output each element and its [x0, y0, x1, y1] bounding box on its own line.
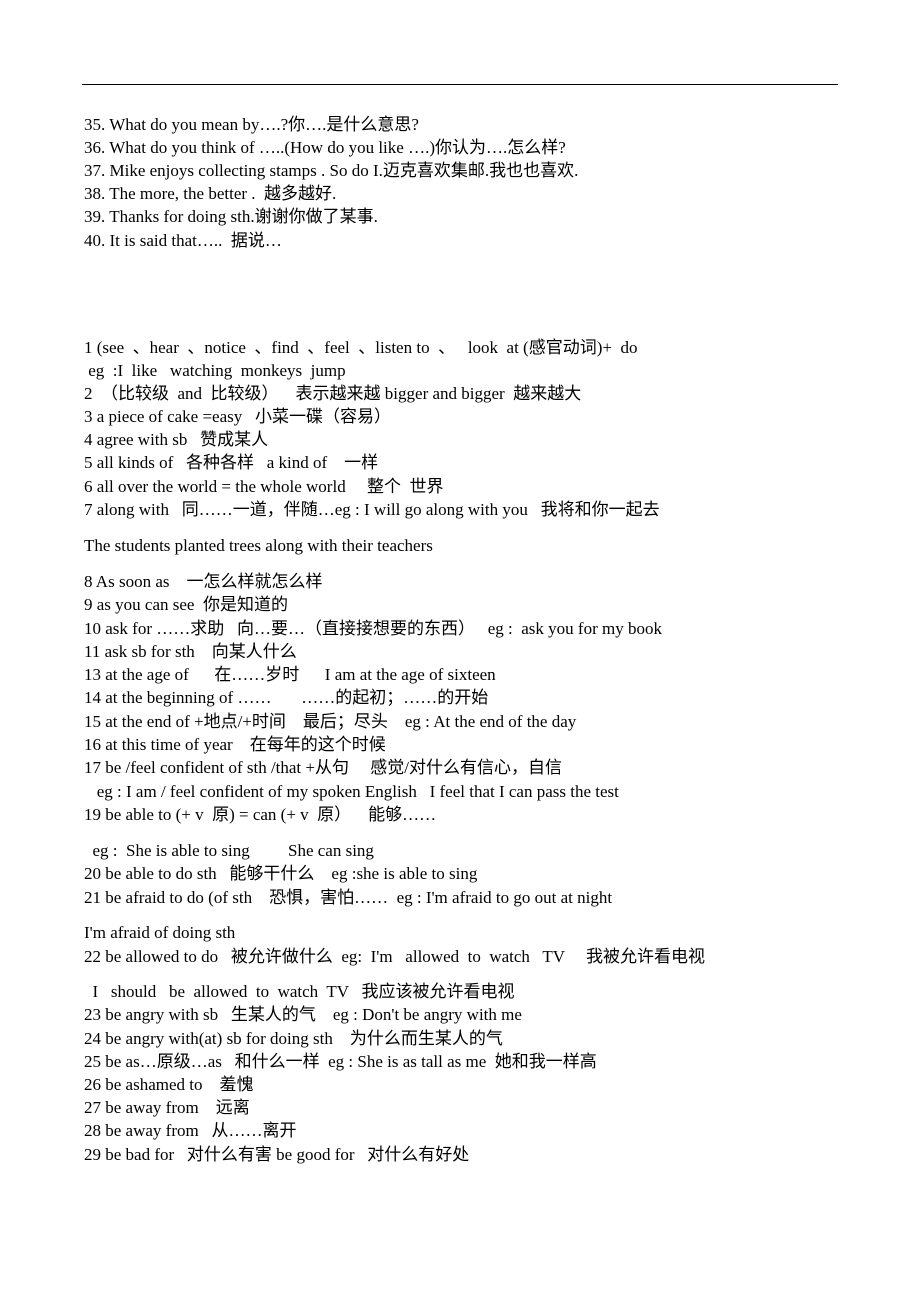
text-line: I'm afraid of doing sth [84, 923, 236, 942]
text-line: 23 be angry with sb 生某人的气 eg : Don't be … [84, 1005, 522, 1024]
text-line: 28 be away from 从……离开 [84, 1121, 297, 1140]
text-line: eg : She is able to sing She can sing [84, 841, 374, 860]
text-line: 2 （比较级 and 比较级） 表示越来越 bigger and bigger … [84, 384, 582, 403]
text-line: 6 all over the world = the whole world 整… [84, 477, 444, 496]
text-line: eg :I like watching monkeys jump [84, 361, 346, 380]
text-line: 1 (see 、hear 、notice 、find 、feel 、listen… [84, 338, 638, 357]
text-line: 7 along with 同……一道，伴随…eg : I will go alo… [84, 500, 660, 519]
text-line: 17 be /feel confident of sth /that +从句 感… [84, 758, 562, 777]
text-line: 36. What do you think of …..(How do you … [84, 138, 566, 157]
text-line: 14 at the beginning of …… ……的起初；……的开始 [84, 688, 489, 707]
text-line: 4 agree with sb 赞成某人 [84, 430, 269, 449]
text-line: 22 be allowed to do 被允许做什么 eg: I'm allow… [84, 947, 705, 966]
text-line: 9 as you can see 你是知道的 [84, 595, 288, 614]
text-line: 10 ask for ……求助 向…要…（直接接想要的东西） eg : ask … [84, 619, 662, 638]
text-line: 27 be away from 远离 [84, 1098, 250, 1117]
text-line: The students planted trees along with th… [84, 536, 433, 555]
text-line: 5 all kinds of 各种各样 a kind of 一样 [84, 453, 379, 472]
text-line: 13 at the age of 在……岁时 I am at the age o… [84, 665, 496, 684]
text-line: eg : I am / feel confident of my spoken … [84, 782, 619, 801]
text-line: 21 be afraid to do (of sth 恐惧，害怕…… eg : … [84, 888, 613, 907]
text-line: 39. Thanks for doing sth.谢谢你做了某事. [84, 207, 378, 226]
text-line: 11 ask sb for sth 向某人什么 [84, 642, 297, 661]
text-line: 25 be as…原级…as 和什么一样 eg : She is as tall… [84, 1052, 597, 1071]
text-line: 38. The more, the better . 越多越好. [84, 184, 337, 203]
text-line: 3 a piece of cake =easy 小菜一碟（容易） [84, 407, 391, 426]
text-line: 19 be able to (+ v 原) = can (+ v 原） 能够…… [84, 805, 437, 824]
text-line: 16 at this time of year 在每年的这个时候 [84, 735, 386, 754]
text-line: 26 be ashamed to 羞愧 [84, 1075, 254, 1094]
text-line: 24 be angry with(at) sb for doing sth 为什… [84, 1029, 503, 1048]
text-line: 40. It is said that….. 据说… [84, 231, 282, 250]
text-line: 37. Mike enjoys collecting stamps . So d… [84, 161, 579, 180]
text-line: I should be allowed to watch TV 我应该被允许看电… [84, 982, 515, 1001]
text-line: 8 As soon as 一怎么样就怎么样 [84, 572, 323, 591]
text-line: 35. What do you mean by….?你….是什么意思? [84, 115, 419, 134]
text-line: 15 at the end of +地点/+时间 最后；尽头 eg : At t… [84, 712, 577, 731]
header-rule [82, 84, 838, 85]
text-line: 29 be bad for 对什么有害 be good for 对什么有好处 [84, 1145, 470, 1164]
text-line: 20 be able to do sth 能够干什么 eg :she is ab… [84, 864, 478, 883]
